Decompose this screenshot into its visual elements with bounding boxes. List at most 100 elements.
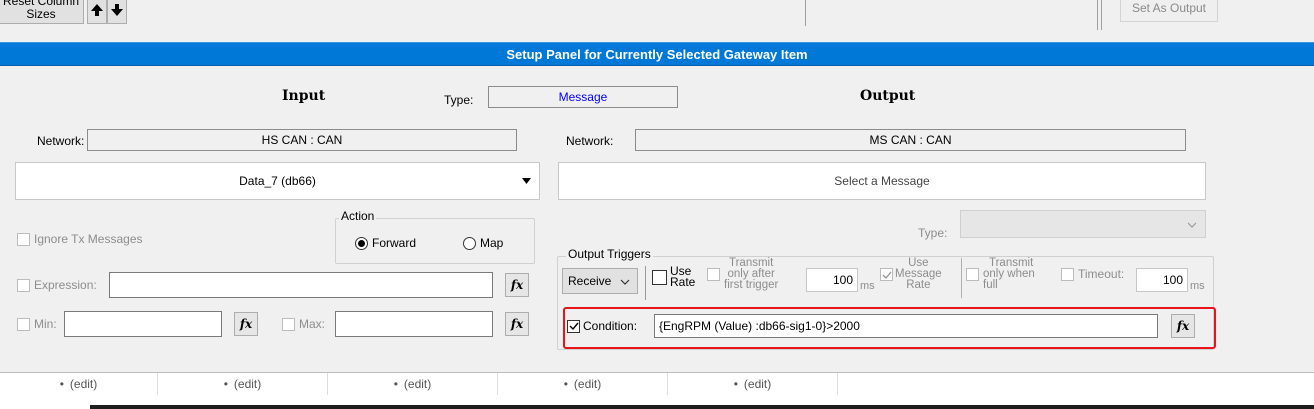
move-up-button[interactable]	[87, 0, 107, 24]
use-rate-label: Use Rate	[670, 265, 696, 289]
input-heading: Input	[282, 88, 326, 104]
timeout-label: Timeout:	[1078, 267, 1125, 281]
forward-label: Forward	[372, 236, 417, 250]
arrow-up-icon	[91, 4, 103, 16]
output-type-label: Type:	[918, 226, 948, 240]
input-message-select[interactable]: Data_7 (db66)	[15, 162, 540, 200]
footer-cell[interactable]: • (edit)	[158, 373, 328, 395]
transmit-when-full-label: Transmit only when full	[983, 257, 1035, 291]
min-box	[17, 317, 30, 331]
transmit-after-label: Transmit only after first trigger	[724, 257, 779, 291]
output-triggers-label: Output Triggers	[566, 247, 653, 261]
footer-cell[interactable]: • (edit)	[328, 373, 498, 395]
top-divider	[805, 0, 806, 26]
footer-edit-link: (edit)	[743, 377, 772, 391]
use-message-rate-box	[880, 268, 893, 281]
condition-highlight	[563, 307, 1216, 349]
fx-icon: fx	[239, 317, 253, 331]
fx-icon: fx	[510, 317, 524, 331]
map-radio[interactable]: Map	[463, 236, 503, 250]
rate-value: 100	[832, 273, 853, 287]
min-label: Min:	[34, 317, 57, 331]
transmit-after-box	[707, 268, 720, 281]
max-checkbox[interactable]: Max:	[282, 317, 325, 331]
taskbar-strip	[90, 405, 1314, 409]
action-label: Action	[339, 209, 377, 223]
move-down-button[interactable]	[107, 0, 127, 24]
max-label: Max:	[299, 317, 326, 331]
expression-box	[17, 278, 30, 292]
footer-cell[interactable]: • (edit)	[0, 373, 158, 395]
type-label: Type:	[444, 93, 474, 107]
min-checkbox[interactable]: Min:	[17, 317, 57, 331]
transmit-after-line3: first trigger	[724, 279, 779, 291]
transmit-when-full-box	[966, 268, 979, 281]
reset-column-sizes-button[interactable]: Reset Column Sizes	[0, 0, 84, 24]
forward-radio-dot	[355, 236, 368, 250]
max-box	[282, 317, 295, 331]
timeout-checkbox[interactable]: Timeout:	[1061, 267, 1124, 281]
use-rate-checkbox[interactable]: Use Rate	[652, 265, 696, 289]
trigger-divider	[961, 258, 962, 298]
use-rate-box	[652, 269, 667, 285]
output-message-select[interactable]: Select a Message	[558, 162, 1206, 200]
input-network-field: HS CAN : CAN	[87, 129, 517, 151]
output-type-select[interactable]	[960, 210, 1206, 238]
max-input[interactable]	[335, 311, 493, 337]
timeout-ms-label: ms	[1190, 280, 1205, 292]
ignore-tx-label: Ignore Tx Messages	[34, 232, 143, 246]
max-fx-button[interactable]: fx	[505, 312, 529, 336]
map-radio-dot	[463, 236, 476, 250]
footer-cell[interactable]: • (edit)	[498, 373, 668, 395]
transmit-full-line3: full	[983, 279, 998, 291]
footer-edit-link: (edit)	[233, 377, 262, 391]
footer-edit-row: • (edit) • (edit) • (edit) • (edit) • (edit)	[0, 372, 1314, 409]
footer-edit-link: (edit)	[403, 377, 432, 391]
rate-input[interactable]: 100	[806, 268, 858, 292]
output-network-value: MS CAN : CAN	[869, 133, 952, 147]
footer-cell[interactable]: • (edit)	[668, 373, 838, 395]
min-fx-button[interactable]: fx	[234, 312, 258, 336]
checkmark-icon	[882, 271, 892, 279]
expression-checkbox[interactable]: Expression:	[17, 278, 97, 292]
expression-label: Expression:	[34, 278, 97, 292]
chevron-down-icon	[1187, 222, 1197, 228]
timeout-input[interactable]: 100	[1136, 268, 1188, 292]
output-network-field: MS CAN : CAN	[635, 129, 1186, 151]
set-as-output-button[interactable]: Set As Output	[1120, 0, 1218, 22]
footer-edit-link: (edit)	[573, 377, 602, 391]
setup-panel-body: Input Type: Message Output Network: HS C…	[0, 66, 1314, 372]
type-value: Message	[558, 90, 608, 104]
chevron-down-icon	[620, 279, 630, 285]
transmit-after-first-checkbox[interactable]: Transmit only after first trigger	[707, 257, 779, 291]
type-value-field: Message	[488, 86, 678, 108]
input-message-value: Data_7 (db66)	[239, 174, 316, 188]
top-toolbar: Reset Column Sizes Set As Output	[0, 0, 1314, 36]
set-as-output-label: Set As Output	[1131, 0, 1207, 15]
input-network-value: HS CAN : CAN	[261, 133, 343, 147]
footer-edit-link: (edit)	[69, 377, 98, 391]
arrow-down-icon	[111, 4, 123, 16]
trigger-select-value: Receive	[568, 274, 612, 288]
min-input[interactable]	[64, 311, 222, 337]
use-message-rate-label: Use Message Rate	[895, 257, 942, 291]
ignore-tx-checkbox[interactable]: Ignore Tx Messages	[17, 232, 143, 246]
transmit-when-full-checkbox[interactable]: Transmit only when full	[966, 257, 1035, 291]
fx-icon: fx	[510, 278, 524, 292]
top-divider	[1097, 0, 1098, 30]
reset-column-label-line2: Sizes	[26, 7, 56, 21]
trigger-select[interactable]: Receive	[562, 268, 638, 294]
expression-input[interactable]	[109, 272, 493, 298]
ignore-tx-box	[17, 232, 30, 246]
dropdown-arrow-icon	[522, 178, 531, 184]
rate-ms-label: ms	[860, 280, 875, 292]
use-rate-line2: Rate	[670, 275, 696, 289]
use-message-rate-line3: Rate	[906, 279, 931, 291]
expression-fx-button[interactable]: fx	[505, 273, 529, 297]
input-network-label: Network:	[37, 134, 85, 148]
map-label: Map	[480, 236, 504, 250]
forward-radio[interactable]: Forward	[355, 236, 416, 250]
top-divider	[1101, 0, 1102, 30]
use-message-rate-checkbox[interactable]: Use Message Rate	[880, 257, 942, 291]
trigger-divider	[645, 266, 646, 300]
